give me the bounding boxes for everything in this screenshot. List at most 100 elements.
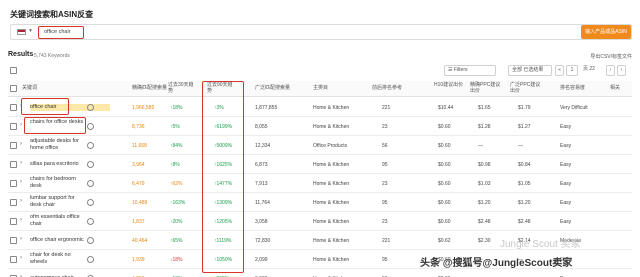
chevron-down-icon[interactable]: ▼ [28, 28, 33, 34]
broad-volume: 6,873 [255, 162, 268, 168]
chevron-right-icon[interactable]: › [20, 255, 22, 261]
rank-ref: 95 [382, 200, 388, 206]
export-csv-link[interactable]: 导出CSV/标签文件 [590, 53, 632, 60]
col-keyword[interactable]: 关键词 [22, 85, 37, 91]
keyword-link[interactable]: chairs for bedroom desk [30, 176, 86, 189]
first-page-button[interactable]: « [555, 65, 564, 76]
keyword-link[interactable]: ofm essentials office chair [30, 214, 86, 227]
info-icon[interactable] [87, 199, 94, 206]
ease: Easy [560, 124, 572, 130]
info-icon[interactable] [87, 237, 94, 244]
table-row[interactable]: › lumbar support for desk chair 10,489 ↑163… [8, 193, 632, 212]
trend-30: ↓18% [170, 257, 183, 263]
col-category[interactable]: 主类目 [313, 85, 328, 91]
info-icon[interactable] [87, 256, 94, 263]
us-flag-icon[interactable] [17, 29, 26, 35]
col-ppc-exact[interactable]: 精确PPC建议出价 [470, 82, 502, 94]
info-icon[interactable] [87, 142, 94, 149]
col-trend-90[interactable]: 过去90天趋势 [207, 82, 237, 94]
trend-90: ↑1625% [214, 162, 233, 168]
row-checkbox[interactable] [10, 161, 17, 168]
trend-90: ↑1119% [214, 238, 232, 244]
header-checkbox[interactable] [10, 85, 17, 92]
chevron-right-icon[interactable]: › [20, 122, 22, 128]
table-row[interactable]: › ofm essentials office chair 1,837 ↑20% ↑12… [8, 212, 632, 231]
ppc-exact: $0.98 [478, 162, 491, 168]
keyword-link[interactable]: chair for desk no wheels [30, 252, 86, 265]
col-relevance[interactable]: 相关 [610, 85, 620, 91]
row-checkbox[interactable] [10, 256, 17, 263]
broad-volume: 8,055 [255, 124, 268, 130]
select-all-checkbox[interactable] [10, 67, 17, 74]
chevron-right-icon[interactable]: › [20, 160, 22, 166]
keyword-link[interactable]: lumbar support for desk chair [30, 195, 86, 208]
h10-bid: $0.60 [438, 219, 451, 225]
trend-30: ↑163% [170, 200, 186, 206]
next-page-button[interactable]: › [617, 65, 626, 76]
broad-volume: 72,830 [255, 238, 271, 244]
table-row[interactable]: › office chair 1,966,585 ↑18% ↑3% 1,877,855 Ho… [8, 98, 632, 117]
ppc-broad: $1.79 [518, 105, 531, 111]
chevron-right-icon[interactable]: › [20, 103, 22, 109]
row-checkbox[interactable] [10, 123, 17, 130]
page-input[interactable]: 1 [566, 65, 578, 76]
chevron-right-icon[interactable]: › [20, 236, 22, 242]
keyword-link[interactable]: adjustable desks for home office [30, 138, 86, 151]
ppc-exact: $1.65 [478, 105, 491, 111]
rank-ref: 95 [382, 257, 388, 263]
col-ppc-broad[interactable]: 广泛PPC建议出价 [510, 82, 542, 94]
row-checkbox[interactable] [10, 237, 17, 244]
h10-bid: $0.60 [438, 124, 451, 130]
keyword-link[interactable]: office chair [30, 104, 110, 111]
chevron-right-icon[interactable]: › [20, 141, 22, 147]
info-icon[interactable] [87, 104, 94, 111]
table-row[interactable]: › adjustable desks for home office 11,658 ↑… [8, 136, 632, 155]
keyword-link[interactable]: office chair ergonomic [30, 237, 110, 244]
chevron-right-icon[interactable]: › [20, 217, 22, 223]
exact-volume: 1,939 [132, 257, 145, 263]
col-exact-volume[interactable]: 精确匹配搜索量 [132, 85, 167, 91]
col-rank-ref[interactable]: 前后排名参考 [372, 85, 402, 91]
table-row[interactable]: › sillas para escritorio 3,964 ↑8% ↑1625% 6,8… [8, 155, 632, 174]
table-row[interactable]: › chairs for bedroom desk 6,479 ↑62% ↑1477% 7… [8, 174, 632, 193]
chevron-right-icon[interactable]: › [20, 179, 22, 185]
trend-30: ↑84% [170, 143, 183, 149]
row-checkbox[interactable] [10, 218, 17, 225]
exact-volume: 10,489 [132, 200, 148, 206]
row-checkbox[interactable] [10, 142, 17, 149]
col-h10-bid[interactable]: H10建议出价 [434, 82, 464, 88]
row-checkbox[interactable] [10, 180, 17, 187]
search-input[interactable]: office chair [44, 29, 71, 35]
trend-30: ↑20% [170, 219, 183, 225]
ppc-broad: $0.84 [518, 162, 531, 168]
row-checkbox[interactable] [10, 199, 17, 206]
info-icon[interactable] [87, 218, 94, 225]
row-checkbox[interactable] [10, 104, 17, 111]
col-ease[interactable]: 排名容易度 [560, 85, 585, 91]
info-icon[interactable] [87, 161, 94, 168]
col-broad-volume[interactable]: 广泛匹配搜索量 [255, 85, 290, 91]
table-row[interactable]: ›autonomous chair4,259↑13%↑902%6,999Home… [8, 269, 632, 277]
table-row[interactable]: › chairs for office desks 8,736 ↑5% ↑6199% 8,… [8, 117, 632, 136]
info-icon[interactable] [87, 180, 94, 187]
broad-volume: 1,877,855 [255, 105, 278, 111]
ppc-broad: $1.05 [518, 181, 531, 187]
prev-page-button[interactable]: ‹ [606, 65, 615, 76]
keyword-link[interactable]: chairs for office desks [30, 119, 86, 126]
col-trend-30[interactable]: 过去30天趋势 [168, 82, 198, 94]
trend-90: ↑1050% [214, 257, 233, 263]
search-button[interactable]: 输入产品或品ASIN [581, 25, 631, 39]
filters-button[interactable]: ☰ Filters [444, 65, 496, 76]
broad-volume: 12,334 [255, 143, 271, 149]
h10-bid: $0.60 [438, 200, 451, 206]
trend-30: ↑8% [170, 162, 180, 168]
filters-label: Filters [453, 67, 468, 73]
keyword-link[interactable]: sillas para escritorio [30, 161, 110, 168]
h10-bid: $0.60 [438, 181, 451, 187]
rank-ref: 221 [382, 238, 391, 244]
info-icon[interactable] [87, 123, 94, 130]
chevron-right-icon[interactable]: › [20, 198, 22, 204]
category: Home & Kitchen [313, 238, 350, 244]
group-select[interactable]: 全部 已选结果 [508, 65, 552, 76]
h10-bid: $10.44 [438, 105, 454, 111]
